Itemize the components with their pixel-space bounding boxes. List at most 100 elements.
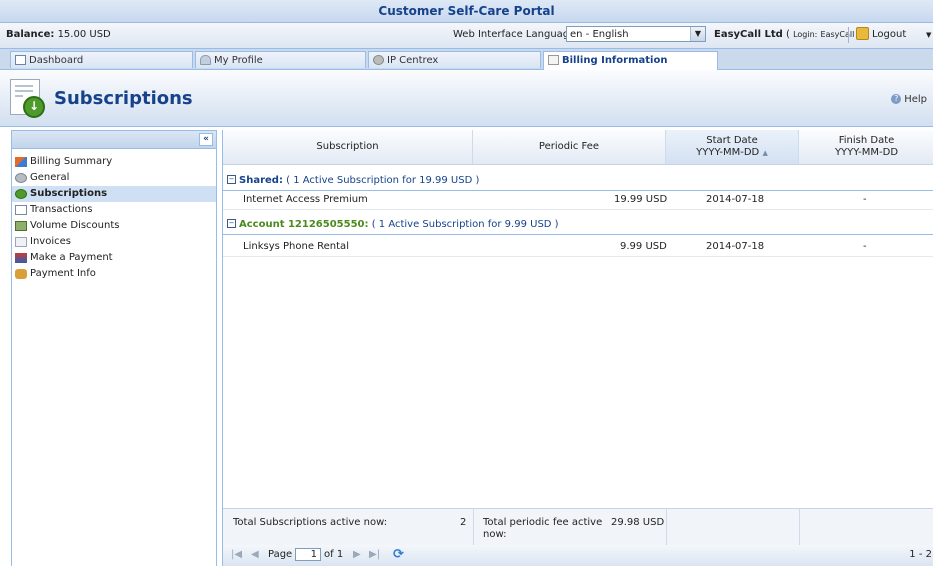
language-select[interactable]: en - English ▼ (566, 26, 706, 42)
dashboard-icon (15, 55, 26, 65)
column-subscription[interactable]: Subscription (223, 130, 473, 164)
subscriptions-grid: Subscription Periodic Fee Start Date YYY… (222, 130, 933, 566)
login-label: Login: (793, 30, 818, 39)
tab-my-profile[interactable]: My Profile (195, 51, 366, 68)
record-range: 1 - 2 (909, 549, 932, 560)
info-bar: Balance: 15.00 USD Web Interface Languag… (0, 23, 933, 49)
previous-page-icon[interactable]: ◀ (251, 549, 259, 560)
chart-icon (15, 157, 27, 167)
cell-subscription: Internet Access Premium (243, 194, 368, 205)
logout-button[interactable]: Logout (856, 26, 906, 44)
cell-periodic-fee: 19.99 USD (614, 194, 668, 205)
balance-value: 15.00 USD (57, 29, 111, 40)
sort-ascending-icon: ▲ (762, 149, 768, 157)
caret-down-icon[interactable]: ▼ (926, 31, 931, 39)
tab-bar: Dashboard My Profile IP Centrex Billing … (0, 49, 933, 70)
active-count-label: Total Subscriptions active now: (233, 517, 388, 528)
last-page-icon[interactable]: ▶| (369, 549, 380, 560)
tab-billing-information[interactable]: Billing Information (543, 51, 718, 70)
sidebar-item-general[interactable]: General (12, 170, 216, 186)
sidebar-item-label: Invoices (30, 236, 71, 247)
subscriptions-icon: ↓ (10, 79, 45, 118)
collapse-icon[interactable]: « (199, 133, 213, 146)
payment-icon (15, 253, 27, 263)
table-row[interactable]: Internet Access Premium 19.99 USD 2014-0… (223, 191, 933, 210)
next-page-icon[interactable]: ▶ (353, 549, 361, 560)
group-header-shared[interactable]: − Shared: ( 1 Active Subscription for 19.… (223, 172, 933, 191)
chevron-down-icon[interactable]: ▼ (690, 27, 705, 41)
group-title: Account 12126505550: (239, 219, 369, 230)
payment-info-icon (15, 269, 27, 279)
sidebar-header: « (12, 131, 216, 149)
refresh-icon[interactable]: ⟳ (393, 547, 404, 562)
lock-icon (856, 26, 869, 40)
sidebar-item-label: Subscriptions (30, 188, 108, 199)
column-label: Start Date (706, 135, 758, 146)
sidebar: « Billing Summary General Subscriptions … (11, 130, 217, 566)
gear-icon (373, 55, 384, 65)
page-number-input[interactable]: 1 (295, 548, 321, 561)
sidebar-item-volume-discounts[interactable]: Volume Discounts (12, 218, 216, 234)
sidebar-item-label: Billing Summary (30, 156, 113, 167)
group-summary: ( 1 Active Subscription for 9.99 USD ) (371, 219, 559, 230)
help-label: Help (904, 94, 927, 105)
tab-label: My Profile (214, 55, 263, 66)
sidebar-item-transactions[interactable]: Transactions (12, 202, 216, 218)
sidebar-item-make-a-payment[interactable]: Make a Payment (12, 250, 216, 266)
grid-header: Subscription Periodic Fee Start Date YYY… (223, 130, 933, 165)
cell-start-date: 2014-07-18 (706, 241, 765, 252)
account-name: EasyCall Ltd (714, 29, 783, 40)
first-page-icon[interactable]: |◀ (231, 549, 242, 560)
list-icon (15, 205, 27, 215)
user-icon (200, 55, 211, 65)
tab-label: Billing Information (562, 55, 668, 66)
cell-start-date: 2014-07-18 (706, 194, 765, 205)
column-finish-date[interactable]: Finish Date YYYY-MM-DD (799, 130, 933, 164)
group-header-account[interactable]: − Account 12126505550: ( 1 Active Subscri… (223, 216, 933, 235)
column-format: YYYY-MM-DD (834, 147, 899, 158)
sidebar-item-label: General (30, 172, 70, 183)
language-label: Web Interface Language: (453, 29, 579, 40)
sidebar-item-subscriptions[interactable]: Subscriptions (12, 186, 216, 202)
column-label: Periodic Fee (538, 141, 600, 152)
total-fee-label: Total periodic fee active (483, 517, 603, 528)
group-summary: ( 1 Active Subscription for 19.99 USD ) (286, 175, 480, 186)
sidebar-item-invoices[interactable]: Invoices (12, 234, 216, 250)
tab-label: IP Centrex (387, 55, 439, 66)
column-label: Subscription (316, 141, 379, 152)
document-icon (548, 55, 559, 65)
tab-label: Dashboard (29, 55, 84, 66)
help-link[interactable]: ? Help (891, 94, 927, 105)
collapse-group-icon[interactable]: − (227, 218, 236, 228)
column-format: YYYY-MM-DD (696, 147, 760, 158)
login-value: EasyCall (820, 30, 855, 39)
page-header: ↓ Subscriptions ? Help (0, 70, 933, 127)
cell-finish-date: - (863, 241, 867, 252)
portal-title: Customer Self-Care Portal (0, 0, 933, 23)
invoice-icon (15, 237, 27, 247)
column-periodic-fee[interactable]: Periodic Fee (473, 130, 666, 164)
divider (799, 509, 800, 545)
page-title: Subscriptions (54, 88, 193, 109)
cell-periodic-fee: 9.99 USD (620, 241, 667, 252)
collapse-group-icon[interactable]: − (227, 174, 236, 184)
account-info: EasyCall Ltd ( Login: EasyCall ) (714, 29, 861, 40)
discount-icon (15, 221, 27, 231)
sidebar-item-payment-info[interactable]: Payment Info (12, 266, 216, 282)
cell-subscription: Linksys Phone Rental (243, 241, 349, 252)
sidebar-item-label: Payment Info (30, 268, 96, 279)
divider (473, 509, 474, 545)
tab-dashboard[interactable]: Dashboard (10, 51, 193, 68)
column-start-date[interactable]: Start Date YYYY-MM-DD ▲ (666, 130, 799, 164)
divider (848, 27, 849, 43)
page-label: Page (268, 549, 293, 560)
gear-icon (15, 173, 27, 183)
logout-label: Logout (872, 29, 907, 40)
group-title: Shared: (239, 175, 283, 186)
tab-ip-centrex[interactable]: IP Centrex (368, 51, 541, 68)
table-row[interactable]: Linksys Phone Rental 9.99 USD 2014-07-18… (223, 238, 933, 257)
page-count: of 1 (324, 549, 344, 560)
sidebar-item-billing-summary[interactable]: Billing Summary (12, 154, 216, 170)
sidebar-item-label: Make a Payment (30, 252, 113, 263)
balance-label: Balance: (6, 29, 55, 40)
